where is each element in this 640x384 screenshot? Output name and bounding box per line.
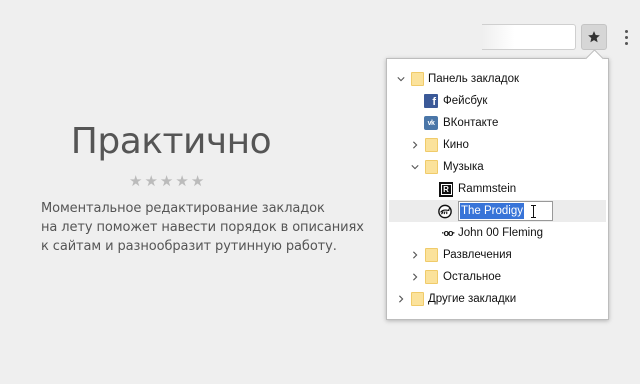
folder-icon: [424, 160, 438, 174]
tree-label: Развлечения: [443, 249, 512, 261]
star-icon: ★: [190, 172, 205, 190]
john00-icon: ·oo·: [441, 228, 456, 238]
chevron-right-icon[interactable]: [410, 140, 420, 150]
tree-row-bookmarks-bar[interactable]: Панель закладок: [387, 68, 608, 90]
folder-icon: [410, 292, 424, 306]
bookmark-name-input[interactable]: The Prodigy: [458, 201, 553, 221]
folder-icon: [424, 248, 438, 262]
tree-row-john00[interactable]: ·oo· John 00 Fleming: [387, 222, 608, 244]
rammstein-icon: R: [439, 181, 453, 197]
tree-row-rammstein[interactable]: R Rammstein: [387, 178, 608, 200]
folder-icon: [424, 270, 438, 284]
tree-row-ostalnoe[interactable]: Остальное: [387, 266, 608, 288]
prodigy-ant-icon: [438, 204, 452, 218]
text-cursor-icon: [531, 205, 536, 218]
promo-description-line: к сайтам и разнообразит рутинную работу.: [41, 239, 337, 254]
tree-row-kino[interactable]: Кино: [387, 134, 608, 156]
chevron-down-icon[interactable]: [410, 162, 420, 172]
chevron-right-icon[interactable]: [410, 272, 420, 282]
star-icon: ★: [159, 172, 174, 190]
tree-label: Фейсбук: [443, 95, 488, 107]
tree-label: Rammstein: [458, 183, 517, 195]
selected-text: The Prodigy: [460, 203, 525, 219]
tree-row-razvlecheniya[interactable]: Развлечения: [387, 244, 608, 266]
rating-stars: ★ ★ ★ ★ ★: [129, 172, 204, 190]
tree-label: Кино: [443, 139, 469, 151]
address-bar[interactable]: [482, 24, 576, 50]
vertical-dots-icon: [624, 29, 628, 33]
tree-label: Остальное: [443, 271, 502, 283]
chevron-right-icon[interactable]: [396, 294, 406, 304]
star-icon: [588, 31, 600, 43]
promo-title: Практично: [70, 121, 272, 162]
menu-button[interactable]: [620, 27, 632, 47]
tree-row-other-bookmarks[interactable]: Другие закладки: [387, 288, 608, 310]
chevron-right-icon[interactable]: [410, 250, 420, 260]
promo-description: Моментальное редактирование закладок на …: [41, 199, 364, 256]
tree-label: Другие закладки: [428, 293, 517, 305]
tree-label: John 00 Fleming: [458, 227, 544, 239]
vk-icon: vk: [424, 116, 438, 130]
tree-label: Панель закладок: [428, 73, 519, 85]
facebook-icon: f: [424, 94, 438, 108]
tree-label: ВКонтакте: [443, 117, 499, 129]
folder-icon: [424, 138, 438, 152]
tree-row-vkontakte[interactable]: vk ВКонтакте: [387, 112, 608, 134]
promo-description-line: на лету поможет навести порядок в описан…: [41, 220, 364, 235]
chevron-down-icon[interactable]: [396, 74, 406, 84]
tree-row-facebook[interactable]: f Фейсбук: [387, 90, 608, 112]
star-icon: ★: [129, 172, 143, 190]
tree-label: Музыка: [443, 161, 484, 173]
star-icon: ★: [144, 172, 158, 190]
bookmarks-popup: Панель закладок f Фейсбук vk ВКонтакте К…: [386, 58, 609, 320]
tree-row-prodigy[interactable]: The Prodigy: [389, 200, 606, 222]
star-icon: ★: [175, 172, 189, 190]
folder-icon: [410, 72, 424, 86]
bookmark-star-button[interactable]: [581, 24, 607, 50]
promo-description-line: Моментальное редактирование закладок: [41, 201, 325, 216]
tree-row-muzyka[interactable]: Музыка: [387, 156, 608, 178]
